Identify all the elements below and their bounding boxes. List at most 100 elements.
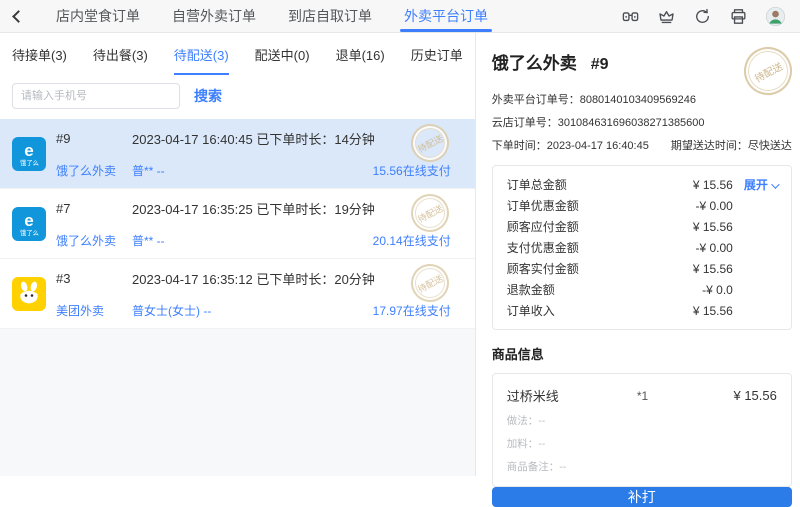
detail-order-id: #9 bbox=[590, 56, 609, 73]
subtab-history[interactable]: 历史订单 bbox=[411, 45, 463, 75]
eleme-logo-icon: e 饿了么 bbox=[12, 206, 46, 241]
order-payment: 15.56在线支付 bbox=[372, 163, 451, 178]
amount-value: ¥ 15.56 bbox=[692, 219, 733, 234]
printer-icon[interactable] bbox=[729, 7, 748, 26]
order-times: 下单时间：2023-04-17 16:40:45 期望送达时间：尽快送达 bbox=[492, 137, 792, 153]
top-tabs: 店内堂食订单 自营外卖订单 到店自取订单 外卖平台订单 bbox=[40, 0, 504, 32]
chevron-left-icon bbox=[12, 9, 25, 23]
order-row-7[interactable]: e 饿了么 #7 2023-04-17 16:35:25 已下单时长：19分钟 … bbox=[0, 187, 475, 259]
binoculars-icon[interactable] bbox=[621, 7, 640, 26]
order-customer: 普** -- bbox=[132, 163, 165, 178]
order-management-app: 店内堂食订单 自营外卖订单 到店自取订单 外卖平台订单 待接单(3) 待出餐(3… bbox=[0, 0, 800, 507]
amount-value: -¥ 0.0 bbox=[702, 282, 733, 297]
order-summary: #3 2023-04-17 16:35:12 已下单时长：20分钟 美团外卖 普… bbox=[56, 269, 451, 319]
order-summary: #7 2023-04-17 16:35:25 已下单时长：19分钟 饿了么外卖 … bbox=[56, 199, 451, 249]
item-price: ¥ 15.56 bbox=[733, 388, 777, 403]
subtab-delivering[interactable]: 配送中(0) bbox=[255, 45, 310, 75]
eleme-logo-letter: e bbox=[24, 140, 34, 160]
tab-self-delivery-orders[interactable]: 自营外卖订单 bbox=[156, 0, 272, 32]
reprint-button[interactable]: 补打 bbox=[491, 487, 792, 507]
tab-pickup-orders[interactable]: 到店自取订单 bbox=[272, 0, 388, 32]
amount-row-customer-payable: 顾客应付金额 ¥ 15.56 bbox=[507, 216, 777, 237]
amount-value: ¥ 15.56 bbox=[692, 261, 733, 276]
order-customer: 普女士(女士) -- bbox=[132, 303, 212, 318]
amount-label: 订单总金额 bbox=[506, 178, 567, 192]
order-list-panel: 待接单(3) 待出餐(3) 待配送(3) 配送中(0) 退单(16) 历史订单 … bbox=[0, 33, 476, 476]
search-button[interactable]: 搜索 bbox=[194, 86, 222, 106]
tab-dine-in-orders[interactable]: 店内堂食订单 bbox=[40, 0, 156, 32]
top-nav-bar: 店内堂食订单 自营外卖订单 到店自取订单 外卖平台订单 bbox=[0, 0, 800, 33]
expand-link[interactable]: 展开 bbox=[744, 178, 780, 192]
phone-search-input[interactable] bbox=[12, 83, 180, 109]
amount-value: -¥ 0.00 bbox=[695, 240, 733, 255]
order-time: 2023-04-17 16:40:45 已下单时长：14分钟 bbox=[132, 131, 375, 147]
order-customer: 普** -- bbox=[132, 233, 165, 248]
eleme-logo-letter: e bbox=[24, 210, 34, 230]
topbar-actions bbox=[621, 6, 786, 27]
order-time: 下单时间：2023-04-17 16:40:45 bbox=[491, 140, 649, 152]
meituan-logo-icon bbox=[12, 276, 46, 311]
chevron-down-icon bbox=[771, 180, 780, 189]
subtab-pending-prepare[interactable]: 待出餐(3) bbox=[93, 45, 148, 75]
amount-label: 顾客应付金额 bbox=[506, 220, 579, 234]
order-platform: 美团外卖 bbox=[56, 303, 105, 318]
amount-row-customer-paid: 顾客实付金额 ¥ 15.56 bbox=[507, 258, 777, 279]
amount-value: ¥ 15.56 bbox=[692, 177, 733, 192]
amount-row-income: 订单收入 ¥ 15.56 bbox=[507, 300, 777, 321]
order-id: #3 bbox=[56, 270, 71, 286]
amount-row-payment-discount: 支付优惠金额 -¥ 0.00 bbox=[507, 237, 777, 258]
amount-row-order-discount: 订单优惠金额 -¥ 0.00 bbox=[507, 195, 777, 216]
refresh-icon[interactable] bbox=[693, 7, 712, 26]
tab-platform-delivery-orders[interactable]: 外卖平台订单 bbox=[388, 0, 504, 32]
order-row-3[interactable]: #3 2023-04-17 16:35:12 已下单时长：20分钟 美团外卖 普… bbox=[0, 257, 475, 329]
back-button[interactable] bbox=[12, 0, 32, 32]
order-detail-panel: 待配送 饿了么外卖 #9 外卖平台订单号：8080140103409569246… bbox=[475, 33, 800, 507]
goods-items-box: 过桥米线 *1 ¥ 15.56 做法：-- 加料：-- 商品备注：-- bbox=[491, 373, 792, 487]
detail-platform-title: 饿了么外卖 bbox=[491, 54, 577, 73]
item-row: 过桥米线 *1 ¥ 15.56 bbox=[507, 386, 777, 405]
order-time: 2023-04-17 16:35:12 已下单时长：20分钟 bbox=[132, 271, 375, 287]
eleme-logo-text: 饿了么 bbox=[19, 159, 39, 167]
avatar[interactable] bbox=[765, 6, 786, 27]
order-id: #7 bbox=[56, 200, 71, 216]
order-time: 2023-04-17 16:35:25 已下单时长：19分钟 bbox=[132, 201, 375, 217]
main-content: 待接单(3) 待出餐(3) 待配送(3) 配送中(0) 退单(16) 历史订单 … bbox=[0, 33, 800, 507]
crown-icon[interactable] bbox=[657, 7, 676, 26]
amount-row-total: 订单总金额 ¥ 15.56 展开 bbox=[506, 174, 780, 195]
item-name: 过桥米线 bbox=[506, 389, 559, 404]
eleme-logo-text: 饿了么 bbox=[19, 229, 39, 237]
amount-value: -¥ 0.00 bbox=[695, 198, 733, 213]
amount-label: 订单优惠金额 bbox=[506, 199, 579, 213]
expected-delivery-time: 期望送达时间：尽快送达 bbox=[670, 140, 792, 152]
order-platform: 饿了么外卖 bbox=[56, 233, 117, 248]
item-prop-method: 做法：-- bbox=[506, 415, 546, 427]
order-platform: 饿了么外卖 bbox=[56, 163, 117, 178]
item-prop-addons: 加料：-- bbox=[506, 438, 546, 450]
goods-section-title: 商品信息 bbox=[491, 347, 544, 362]
subtab-pending-delivery[interactable]: 待配送(3) bbox=[173, 45, 229, 75]
order-payment: 17.97在线支付 bbox=[372, 303, 451, 318]
amount-row-refund: 退款金额 -¥ 0.0 bbox=[507, 279, 777, 300]
list-empty-area bbox=[0, 329, 475, 476]
subtab-refunds[interactable]: 退单(16) bbox=[336, 45, 385, 75]
search-row: 搜索 bbox=[0, 75, 475, 119]
order-summary: #9 2023-04-17 16:40:45 已下单时长：14分钟 饿了么外卖 … bbox=[56, 129, 451, 179]
eleme-logo-icon: e 饿了么 bbox=[12, 136, 46, 171]
cloud-order-number: 云店订单号：301084631696038271385600 bbox=[491, 117, 705, 129]
amount-label: 退款金额 bbox=[506, 283, 555, 297]
item-quantity: *1 bbox=[636, 388, 649, 403]
subtab-pending-accept[interactable]: 待接单(3) bbox=[12, 45, 67, 75]
amount-value: ¥ 15.56 bbox=[692, 303, 733, 318]
item-prop-remark: 商品备注：-- bbox=[506, 461, 567, 473]
order-id: #9 bbox=[56, 130, 71, 146]
amounts-box: 订单总金额 ¥ 15.56 展开 订单优惠金额 -¥ 0.00 顾客应付金额 ¥… bbox=[491, 165, 792, 330]
order-list: e 饿了么 #9 2023-04-17 16:40:45 已下单时长：14分钟 … bbox=[0, 117, 475, 329]
amount-label: 订单收入 bbox=[506, 304, 555, 318]
amount-label: 顾客实付金额 bbox=[506, 262, 579, 276]
order-meta: 外卖平台订单号：8080140103409569246 云店订单号：301084… bbox=[492, 84, 792, 153]
order-row-9[interactable]: e 饿了么 #9 2023-04-17 16:40:45 已下单时长：14分钟 … bbox=[0, 117, 475, 189]
status-subtabs: 待接单(3) 待出餐(3) 待配送(3) 配送中(0) 退单(16) 历史订单 bbox=[0, 33, 475, 75]
platform-order-number: 外卖平台订单号：8080140103409569246 bbox=[491, 94, 696, 106]
order-payment: 20.14在线支付 bbox=[372, 233, 451, 248]
amount-label: 支付优惠金额 bbox=[506, 241, 579, 255]
